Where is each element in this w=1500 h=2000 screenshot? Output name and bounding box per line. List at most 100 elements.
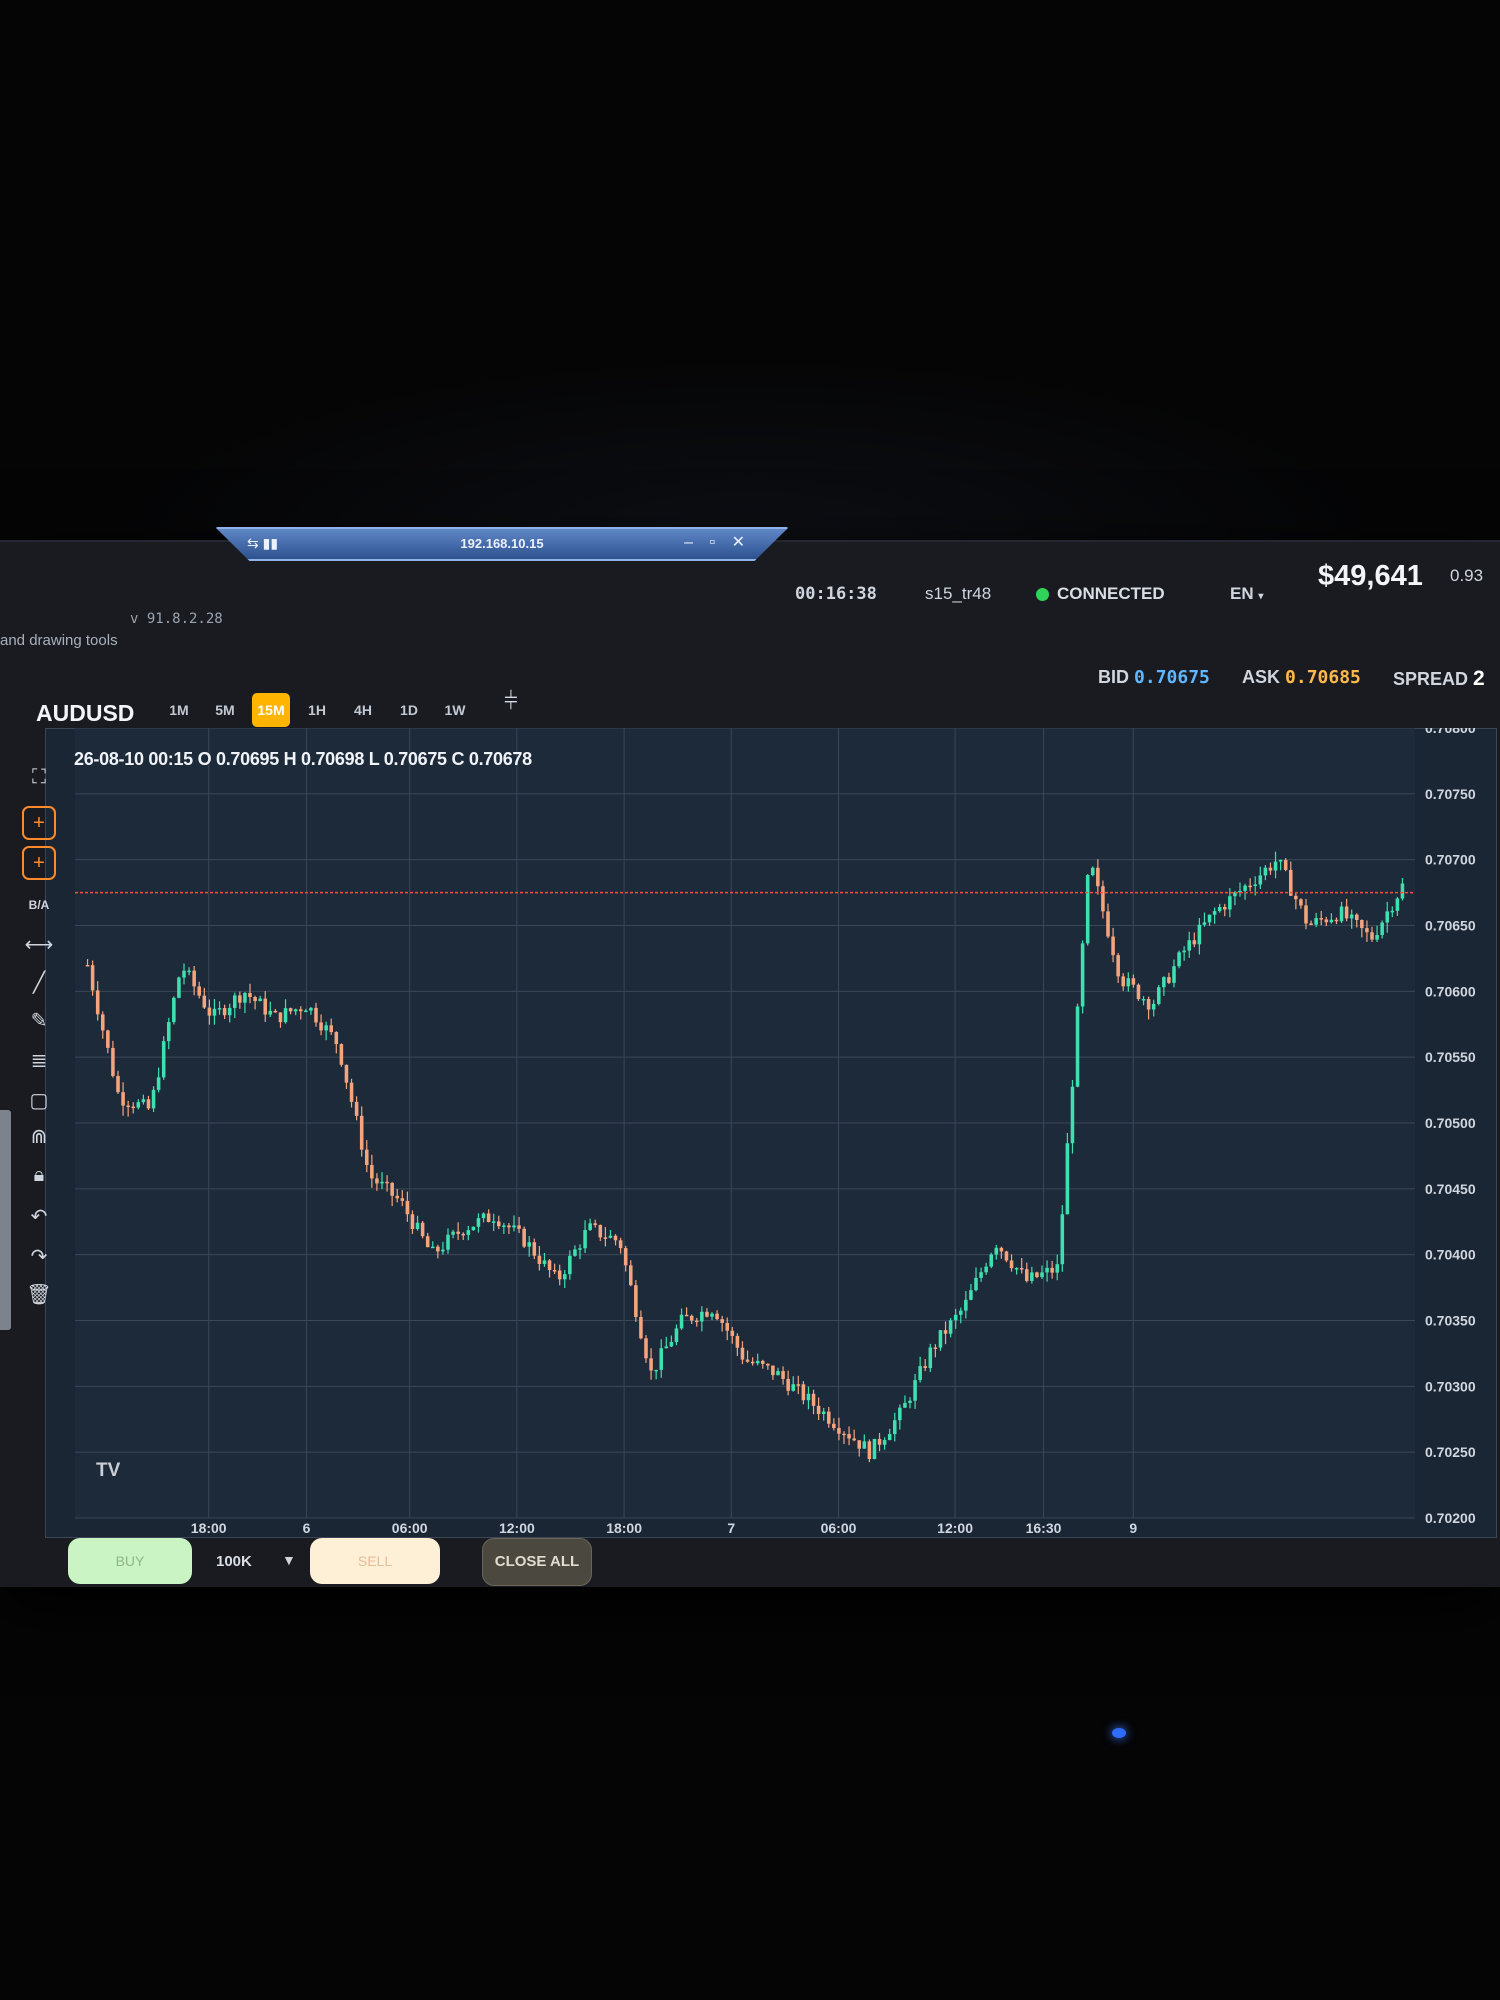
candle-body xyxy=(425,1236,430,1248)
crosshair-add-alt-icon[interactable]: + xyxy=(22,846,56,880)
language-selector[interactable]: EN ▾ xyxy=(1230,584,1263,604)
trend-line-icon[interactable]: ╱ xyxy=(22,966,56,1000)
candle-body xyxy=(547,1260,552,1271)
candle-body xyxy=(1243,885,1247,891)
candlestick-type-icon[interactable]: ⫩ xyxy=(504,688,518,716)
symbol-label[interactable]: AUDUSD xyxy=(36,700,134,727)
tab-timeframe-1h[interactable]: 1H xyxy=(298,693,336,727)
candle-body xyxy=(943,1330,948,1334)
candle-body xyxy=(187,970,191,973)
x-tick-label: 9 xyxy=(1129,1520,1137,1536)
candle-body xyxy=(654,1369,658,1372)
y-tick-label: 0.70800 xyxy=(1425,728,1476,736)
candle-body xyxy=(568,1255,572,1275)
y-tick-label: 0.70300 xyxy=(1425,1378,1476,1394)
candle-body xyxy=(106,1030,110,1048)
candle-body xyxy=(1228,896,1232,910)
candle-body xyxy=(908,1400,912,1403)
candle-body xyxy=(512,1225,516,1228)
trash-icon[interactable]: 🗑︎ xyxy=(22,1278,56,1312)
candle-body xyxy=(1146,998,1151,1010)
candle-body xyxy=(679,1314,684,1329)
sell-button[interactable]: SELL xyxy=(310,1538,440,1584)
candle-body xyxy=(948,1320,953,1334)
rectangle-icon[interactable]: ▢ xyxy=(22,1084,56,1118)
candle-body xyxy=(776,1371,780,1376)
remote-window-controls-icon[interactable]: – ▫ ✕ xyxy=(684,532,751,552)
tab-timeframe-15m[interactable]: 15M xyxy=(252,693,290,727)
tab-timeframe-1d[interactable]: 1D xyxy=(390,693,428,727)
candle-body xyxy=(1126,978,1131,987)
candle-body xyxy=(903,1402,907,1408)
candle-body xyxy=(887,1434,892,1441)
tab-timeframe-4h[interactable]: 4H xyxy=(344,693,382,727)
chevron-down-icon[interactable]: ▼ xyxy=(282,1552,296,1568)
undo-icon[interactable]: ↶ xyxy=(22,1200,56,1234)
candle-body xyxy=(1121,976,1126,987)
candle-body xyxy=(1344,906,1349,919)
buy-button[interactable]: BUY xyxy=(68,1538,192,1584)
candle-body xyxy=(136,1102,141,1108)
fullscreen-icon[interactable]: ⛶ xyxy=(22,760,56,794)
y-tick-label: 0.70650 xyxy=(1425,918,1476,934)
candle-body xyxy=(1106,911,1110,937)
candle-body xyxy=(847,1434,851,1439)
candle-body xyxy=(786,1378,790,1391)
candle-body xyxy=(1090,867,1095,876)
candle-body xyxy=(268,1010,273,1015)
candle-body xyxy=(192,970,196,987)
candle-body xyxy=(161,1041,166,1078)
side-scroll-handle[interactable] xyxy=(0,1110,11,1330)
user-account[interactable]: s15_tr48 xyxy=(925,584,991,604)
candle-body xyxy=(1177,952,1181,967)
candle-body xyxy=(974,1277,978,1291)
tab-timeframe-5m[interactable]: 5M xyxy=(206,693,244,727)
y-tick-label: 0.70350 xyxy=(1425,1313,1476,1329)
candle-body xyxy=(1390,910,1395,913)
x-tick-label: 16:30 xyxy=(1026,1520,1062,1536)
brush-icon[interactable]: ✎ xyxy=(22,1004,56,1038)
candle-body xyxy=(248,992,252,998)
crosshair-add-icon[interactable]: + xyxy=(22,806,56,840)
tab-timeframe-1w[interactable]: 1W xyxy=(436,693,474,727)
candle-body xyxy=(1258,875,1263,885)
tab-timeframe-1m[interactable]: 1M xyxy=(160,693,198,727)
lot-size-select[interactable]: 100K xyxy=(216,1553,252,1570)
candle-body xyxy=(1304,905,1308,924)
candle-body xyxy=(1009,1260,1014,1269)
y-tick-label: 0.70250 xyxy=(1425,1444,1476,1460)
candle-body xyxy=(1035,1272,1039,1277)
candle-body xyxy=(1182,950,1186,953)
magnet-icon[interactable]: ⋒ xyxy=(22,1120,56,1154)
redo-icon[interactable]: ↷ xyxy=(22,1240,56,1274)
fibonacci-icon[interactable]: ≣ xyxy=(22,1044,56,1078)
close-all-button[interactable]: CLOSE ALL xyxy=(482,1538,592,1586)
candle-body xyxy=(446,1234,450,1250)
candle-body xyxy=(227,1007,232,1016)
y-tick-label: 0.70750 xyxy=(1425,786,1476,802)
remote-desktop-bar[interactable]: ⇆ ▮▮ 192.168.10.15 – ▫ ✕ xyxy=(215,527,789,561)
candle-body xyxy=(527,1242,532,1247)
candle-body xyxy=(1365,928,1369,933)
lock-icon[interactable]: 🔒︎ xyxy=(22,1158,56,1192)
candle-body xyxy=(1273,861,1278,871)
candle-body xyxy=(232,995,237,1008)
candle-body xyxy=(603,1237,608,1239)
candle-body xyxy=(1187,940,1192,951)
candle-body xyxy=(1248,885,1252,888)
candle-body xyxy=(1319,918,1324,920)
candle-body xyxy=(898,1407,902,1421)
candle-body xyxy=(628,1265,633,1286)
candle-body xyxy=(598,1225,603,1238)
candle-body xyxy=(745,1359,750,1362)
x-tick-label: 7 xyxy=(727,1520,735,1536)
candle-body xyxy=(969,1290,973,1300)
candle-body xyxy=(832,1423,836,1429)
price-chart[interactable]: 0.70800 0.70750 0.70700 0.70650 0.70600 0.705… xyxy=(45,728,1495,1536)
candle-body xyxy=(1253,884,1258,887)
candle-body xyxy=(1212,911,1217,915)
bid-ask-toggle[interactable]: B/A xyxy=(22,888,56,922)
horizontal-line-icon[interactable]: ⟷ xyxy=(22,928,56,962)
candle-body xyxy=(456,1231,460,1234)
candle-body xyxy=(1375,935,1379,940)
